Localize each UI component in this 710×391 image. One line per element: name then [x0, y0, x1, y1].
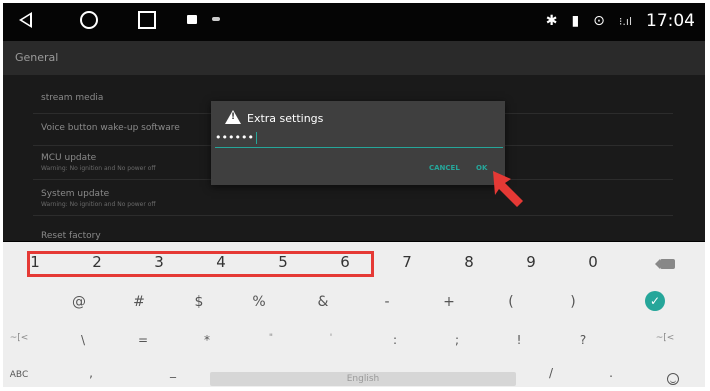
key-plus[interactable]: + [421, 294, 477, 310]
key-8[interactable]: 8 [441, 253, 497, 271]
settings-item-system-update[interactable]: System update Warning: No ignition and N… [41, 189, 156, 208]
settings-item-label: stream media [41, 93, 104, 103]
key-7[interactable]: 7 [379, 253, 435, 271]
space-bar[interactable]: English [210, 372, 516, 386]
key-open-paren[interactable]: ( [483, 294, 539, 310]
settings-item-reset-factory[interactable]: Reset factory [41, 231, 101, 241]
usb-notification-icon [212, 17, 220, 21]
key-double-quote[interactable]: " [243, 333, 299, 343]
pointer-arrow-icon [493, 171, 523, 207]
home-icon[interactable] [80, 11, 98, 29]
key-exclamation[interactable]: ! [491, 333, 547, 347]
recent-apps-icon[interactable] [138, 11, 156, 29]
key-ampersand[interactable]: & [295, 294, 351, 310]
settings-item-mcu-update[interactable]: MCU update Warning: No ignition and No p… [41, 153, 156, 172]
bluetooth-icon: ✱ [545, 13, 558, 29]
back-icon[interactable] [19, 12, 32, 28]
clock: 17:04 [646, 11, 695, 31]
divider [33, 215, 673, 216]
key-minus[interactable]: - [359, 294, 415, 310]
key-more-symbols-right[interactable]: ~[< [637, 333, 693, 343]
settings-item-label: Reset factory [41, 231, 101, 241]
screen-frame: ✱ ▮ ⊙ ⁝.ıl 17:04 General stream media Vo… [3, 3, 705, 387]
key-question[interactable]: ? [555, 333, 611, 347]
settings-item-stream-media[interactable]: stream media [41, 93, 103, 103]
key-semicolon[interactable]: ; [429, 333, 485, 347]
ok-button[interactable]: OK [476, 164, 487, 172]
settings-item-subtitle: Warning: No ignition and No power off [41, 201, 156, 208]
highlight-box [27, 251, 374, 277]
key-abc[interactable]: ABC [3, 370, 47, 380]
text-caret [255, 132, 257, 144]
key-comma[interactable]: , [63, 366, 119, 380]
emoji-icon[interactable] [667, 373, 679, 385]
key-period[interactable]: . [583, 366, 639, 380]
key-slash[interactable]: / [523, 366, 579, 380]
key-0[interactable]: 0 [565, 253, 621, 271]
key-dollar[interactable]: $ [171, 294, 227, 310]
key-at[interactable]: @ [51, 294, 107, 310]
status-bar: ✱ ▮ ⊙ ⁝.ıl 17:04 [3, 3, 705, 41]
key-underscore[interactable]: _ [145, 364, 201, 378]
settings-header: General [3, 41, 705, 75]
settings-item-voice-wakeup[interactable]: Voice button wake-up software [41, 123, 180, 133]
dialog-title: Extra settings [247, 112, 324, 125]
password-value: •••••• [215, 131, 254, 144]
settings-item-label: MCU update [41, 153, 97, 163]
location-icon: ⊙ [593, 13, 605, 29]
cancel-button[interactable]: CANCEL [429, 164, 460, 172]
key-equals[interactable]: = [115, 333, 171, 347]
status-icons: ✱ ▮ ⊙ ⁝.ıl 17:04 [546, 11, 695, 31]
key-9[interactable]: 9 [503, 253, 559, 271]
settings-item-subtitle: Warning: No ignition and No power off [41, 165, 156, 172]
backspace-icon[interactable] [655, 259, 675, 269]
password-input[interactable]: •••••• [215, 131, 503, 148]
page-title: General [15, 51, 59, 64]
enter-check-icon[interactable]: ✓ [645, 291, 665, 311]
key-close-paren[interactable]: ) [545, 294, 601, 310]
warning-icon [225, 110, 241, 124]
key-hash[interactable]: # [111, 294, 167, 310]
key-more-symbols-left[interactable]: ~[< [3, 333, 47, 343]
battery-icon: ▮ [571, 13, 580, 29]
gallery-notification-icon [187, 15, 197, 24]
key-backslash[interactable]: \ [55, 333, 111, 347]
extra-settings-dialog: Extra settings •••••• CANCEL OK [211, 101, 505, 185]
key-colon[interactable]: : [367, 333, 423, 347]
settings-item-label: System update [41, 189, 110, 199]
key-asterisk[interactable]: * [179, 333, 235, 347]
key-single-quote[interactable]: ' [303, 333, 359, 343]
signal-icon: ⁝.ıl [618, 14, 632, 28]
settings-item-label: Voice button wake-up software [41, 123, 180, 133]
key-percent[interactable]: % [231, 294, 287, 310]
